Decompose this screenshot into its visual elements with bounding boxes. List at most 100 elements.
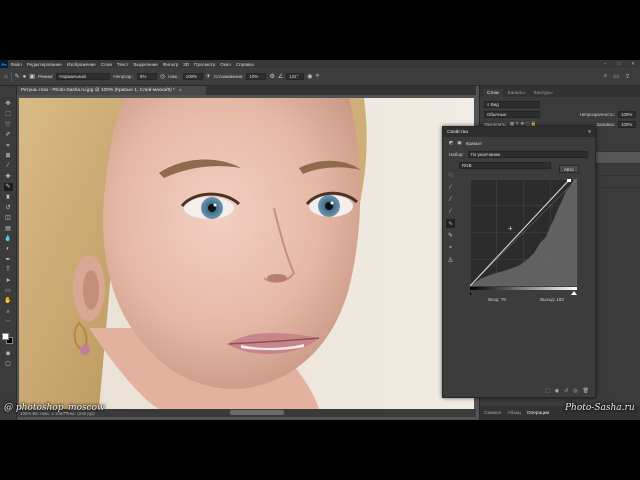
more-tools-icon[interactable]: ⋯ (4, 318, 13, 326)
view-previous-icon[interactable]: ◉ (555, 388, 559, 394)
symmetry-icon[interactable]: ⟡ (316, 73, 320, 80)
layer-opacity-field[interactable]: 100% (618, 110, 636, 118)
minimize-icon[interactable]: – (598, 61, 612, 67)
angle-field[interactable]: 121° (286, 73, 305, 80)
tab-paragraph[interactable]: Абзац (507, 411, 520, 416)
flow-field[interactable]: 100% (182, 73, 203, 80)
auto-button[interactable]: Авто (559, 165, 579, 173)
menu-help[interactable]: Справка (233, 62, 256, 67)
color-swatches[interactable] (2, 332, 14, 345)
type-tool-icon[interactable]: T (4, 266, 13, 274)
reset-icon[interactable]: ↺ (564, 388, 568, 394)
mode-select[interactable]: Нормальный (56, 73, 111, 80)
workspace-icon[interactable]: ▭ (613, 73, 619, 80)
target-adjust-icon[interactable]: ☜ (446, 171, 455, 180)
menu-window[interactable]: Окно (218, 62, 234, 67)
home-icon[interactable]: ⌂ (4, 74, 8, 80)
quick-select-tool-icon[interactable]: ✐ (4, 131, 13, 139)
portrait-photo (19, 98, 474, 409)
eraser-tool-icon[interactable]: ◫ (4, 214, 13, 222)
frame-tool-icon[interactable]: ⊠ (4, 152, 13, 160)
properties-footer: ⬚ ◉ ↺ ◎ 🗑 (443, 385, 595, 397)
mask-icon[interactable]: ▣ (457, 140, 461, 146)
eyedropper-tool-icon[interactable]: ⁄ (4, 162, 13, 170)
lasso-tool-icon[interactable]: ➰ (4, 121, 13, 129)
smooth-curve-icon[interactable]: ≈ (446, 243, 455, 252)
output-value[interactable]: 183 (556, 297, 564, 302)
close-tab-icon[interactable]: × (179, 88, 182, 94)
maximize-icon[interactable]: □ (612, 61, 626, 67)
crop-tool-icon[interactable]: ⌗ (4, 142, 13, 150)
tab-paths[interactable]: Контуры (530, 89, 557, 97)
healing-brush-icon[interactable]: ✚ (4, 173, 13, 181)
menu-view[interactable]: Просмотр (192, 62, 218, 67)
screen-mode-icon[interactable]: ▢ (4, 360, 13, 368)
blend-mode-select[interactable]: Обычные (484, 110, 540, 118)
opacity-field[interactable]: 5% (137, 73, 158, 80)
menu-file[interactable]: Файл (8, 62, 24, 67)
clone-stamp-icon[interactable]: ♜ (4, 194, 13, 202)
history-brush-icon[interactable]: ↺ (4, 204, 13, 212)
pen-tool-icon[interactable]: ✒ (4, 256, 13, 264)
menu-select[interactable]: Выделение (131, 62, 160, 67)
visibility-icon[interactable]: ◎ (573, 388, 577, 394)
menu-3d[interactable]: 3D (181, 62, 192, 67)
zoom-tool-icon[interactable]: ⌕ (4, 308, 13, 316)
watermark-right: Photo-Sasha.ru (565, 403, 635, 413)
properties-header[interactable]: Свойства ≡ (443, 127, 595, 137)
menu-layers[interactable]: Слои (98, 62, 114, 67)
tab-actions[interactable]: Операции (527, 411, 549, 416)
pressure-size-icon[interactable]: ◉ (307, 73, 312, 80)
mode-label: Режим: (37, 74, 54, 79)
pressure-opacity-icon[interactable]: ◎ (160, 73, 165, 80)
trash-icon[interactable]: 🗑 (583, 388, 589, 394)
smoothing-settings-icon[interactable]: ⚙ (269, 73, 274, 80)
menu-filter[interactable]: Фильтр (160, 62, 180, 67)
path-select-icon[interactable]: ➤ (4, 277, 13, 285)
blur-tool-icon[interactable]: 💧 (4, 235, 13, 243)
layer-filter-select[interactable]: ⌕ Вид (484, 100, 540, 108)
menu-edit[interactable]: Редактирование (24, 62, 64, 67)
white-point-eyedropper-icon[interactable]: ⁄ (446, 207, 455, 216)
panel-menu-icon[interactable]: ≡ (588, 130, 591, 135)
close-icon[interactable]: ✕ (626, 61, 640, 67)
share-icon[interactable]: ⇪ (625, 73, 630, 80)
rectangle-tool-icon[interactable]: ▭ (4, 287, 13, 295)
curve-point-tool-icon[interactable]: ∿ (446, 219, 455, 228)
move-tool-icon[interactable]: ✥ (4, 100, 13, 108)
menu-image[interactable]: Изображение (64, 62, 98, 67)
brush-settings-icon[interactable]: ▣ (29, 73, 35, 80)
gradient-tool-icon[interactable]: ▤ (4, 225, 13, 233)
gray-point-eyedropper-icon[interactable]: ⁄ (446, 195, 455, 204)
clipping-warning-icon[interactable]: ◬ (446, 255, 455, 264)
tab-character[interactable]: Символ (484, 411, 501, 416)
angle-icon[interactable]: ∠ (278, 73, 283, 80)
dodge-tool-icon[interactable]: ◐ (4, 245, 13, 253)
smoothing-field[interactable]: 10% (246, 73, 267, 80)
airbrush-icon[interactable]: ✈ (206, 73, 211, 80)
pencil-tool-icon[interactable]: ✎ (446, 231, 455, 240)
svg-text:+: + (508, 224, 513, 233)
tab-layers[interactable]: Слои (483, 89, 503, 97)
foreground-color[interactable] (2, 332, 9, 340)
menu-text[interactable]: Текст (114, 62, 131, 67)
channel-select[interactable]: RGB (459, 162, 551, 169)
marquee-tool-icon[interactable]: ⬚ (4, 110, 13, 118)
tab-channels[interactable]: Каналы (504, 89, 529, 97)
quick-mask-icon[interactable]: ◙ (4, 350, 13, 358)
preset-select[interactable]: По умолчанию (467, 151, 588, 158)
input-value[interactable]: 78 (501, 297, 506, 302)
brush-tool-icon[interactable]: ✎ (3, 183, 13, 192)
document-tab[interactable]: Ретушь глаз - Photo-Sasha.ru.jpg @ 100% … (17, 86, 207, 95)
document-canvas[interactable] (19, 98, 474, 409)
brush-preset-icon[interactable]: ● (23, 74, 27, 80)
search-icon[interactable]: ⌕ (604, 73, 607, 80)
brush-tool-icon[interactable]: ✎ (15, 73, 20, 80)
fill-field[interactable]: 100% (618, 120, 636, 128)
hand-tool-icon[interactable]: ✋ (4, 297, 13, 305)
clip-to-layer-icon[interactable]: ⬚ (545, 388, 550, 394)
black-point-eyedropper-icon[interactable]: ⁄ (446, 183, 455, 192)
horizontal-scrollbar[interactable] (230, 410, 284, 415)
input-slider[interactable] (470, 287, 580, 295)
curves-graph[interactable]: + (469, 178, 578, 287)
